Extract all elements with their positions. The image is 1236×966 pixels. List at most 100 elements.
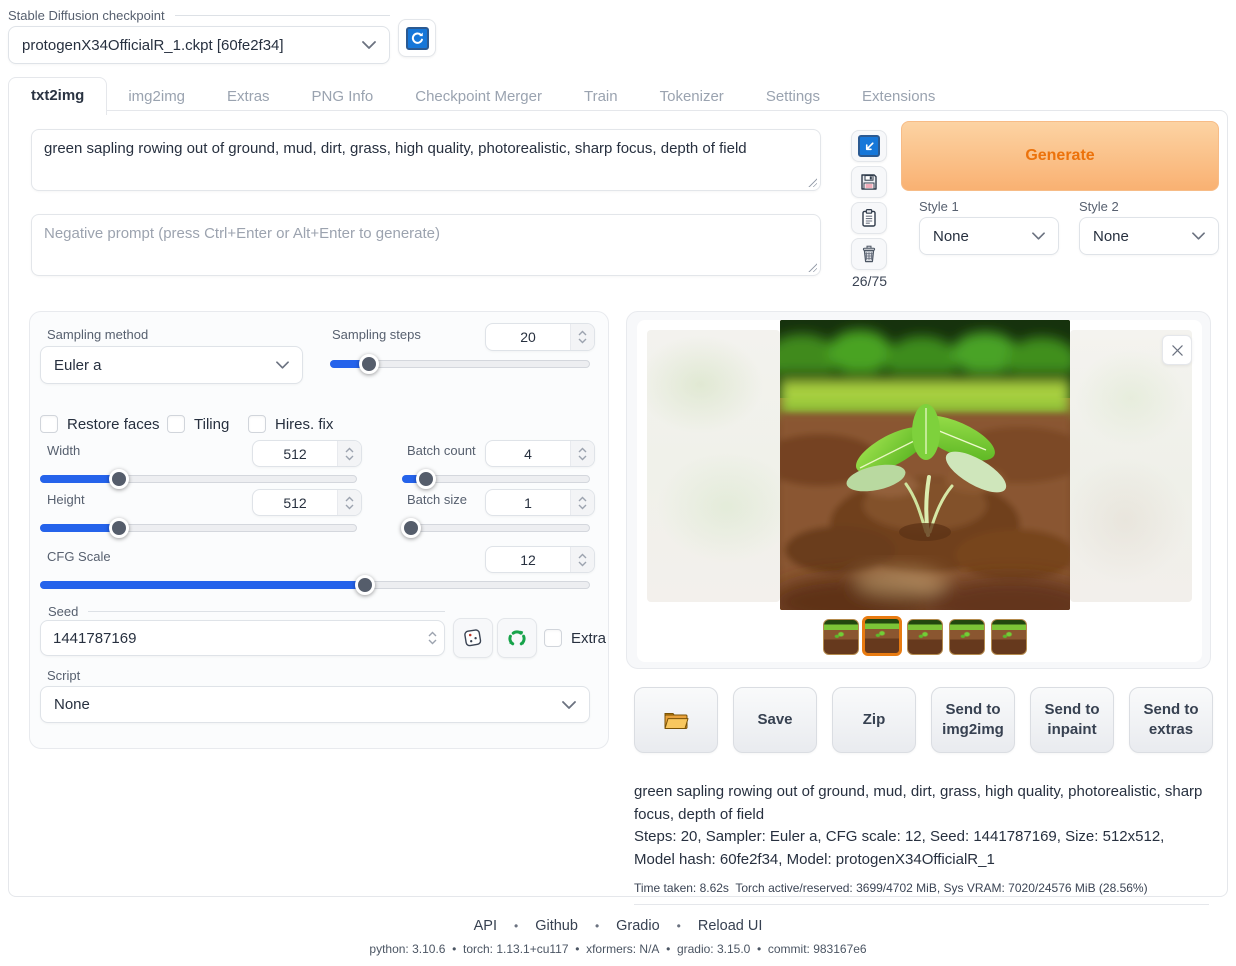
send-to-inpaint-button[interactable]: Send to inpaint — [1030, 687, 1114, 753]
refresh-checkpoint-button[interactable] — [398, 19, 436, 57]
chevron-down-icon — [578, 338, 587, 344]
footer-link-reload-ui[interactable]: Reload UI — [698, 918, 762, 934]
stepper-buttons[interactable] — [570, 324, 594, 350]
extra-seed-option: Extra — [544, 629, 606, 647]
width-slider[interactable] — [40, 469, 357, 489]
footer-separator: • — [514, 919, 518, 933]
generate-button[interactable]: Generate — [901, 121, 1219, 191]
gallery-thumbnail-3[interactable] — [907, 619, 943, 655]
reuse-seed-button[interactable] — [497, 618, 537, 658]
style2-value: None — [1093, 228, 1129, 245]
footer-link-gradio[interactable]: Gradio — [616, 918, 660, 934]
tiling-checkbox[interactable] — [167, 415, 185, 433]
apply-style-button[interactable] — [851, 202, 887, 234]
prompt-input[interactable]: green sapling rowing out of ground, mud,… — [32, 130, 820, 190]
batch-count-input[interactable] — [486, 441, 570, 466]
paste-generation-params-button[interactable] — [851, 130, 887, 162]
tab-train[interactable]: Train — [563, 79, 639, 114]
chevron-down-icon — [428, 639, 437, 645]
txt2img-panel: green sapling rowing out of ground, mud,… — [8, 110, 1228, 897]
style1-dropdown[interactable]: None — [919, 217, 1059, 255]
hires-fix-checkbox[interactable] — [248, 415, 266, 433]
stepper-buttons[interactable] — [337, 490, 361, 515]
chevron-up-icon — [345, 496, 354, 502]
script-dropdown[interactable]: None — [40, 686, 590, 723]
sampling-method-dropdown[interactable]: Euler a — [40, 346, 303, 384]
batch-size-label: Batch size — [407, 492, 467, 507]
gallery-thumbnail-2-selected[interactable] — [862, 616, 902, 656]
stable-diffusion-webui: Stable Diffusion checkpoint protogenX34O… — [0, 0, 1236, 966]
chevron-down-icon — [362, 41, 376, 49]
footer-link-github[interactable]: Github — [535, 918, 578, 934]
dice-icon — [462, 627, 484, 649]
checkpoint-value: protogenX34OfficialR_1.ckpt [60fe2f34] — [22, 37, 284, 54]
checkpoint-dropdown[interactable]: protogenX34OfficialR_1.ckpt [60fe2f34] — [8, 26, 390, 64]
batch-size-input[interactable] — [486, 490, 570, 515]
tab-txt2img[interactable]: txt2img — [8, 77, 107, 115]
tab-img2img[interactable]: img2img — [107, 79, 206, 114]
sampling-steps-slider[interactable] — [330, 354, 590, 374]
gallery-thumbnail-1[interactable] — [823, 619, 859, 655]
save-button[interactable]: Save — [733, 687, 817, 753]
gallery-adjacent-image-right — [1070, 330, 1192, 602]
footer-separator: • — [677, 919, 681, 933]
restore-faces-checkbox[interactable] — [40, 415, 58, 433]
tab-extras[interactable]: Extras — [206, 79, 291, 114]
stepper-buttons[interactable] — [337, 441, 361, 466]
height-input[interactable] — [253, 490, 337, 515]
tiling-option: Tiling — [167, 415, 229, 433]
style1-label: Style 1 — [919, 199, 959, 214]
footer-link-api[interactable]: API — [474, 918, 497, 934]
stepper-buttons[interactable] — [420, 621, 444, 655]
seed-field — [40, 620, 445, 656]
chevron-down-icon — [578, 504, 587, 510]
open-output-folder-button[interactable] — [634, 687, 718, 753]
send-to-img2img-button[interactable]: Send to img2img — [931, 687, 1015, 753]
cfg-scale-slider[interactable] — [40, 575, 590, 595]
gallery-viewport — [637, 320, 1202, 662]
random-seed-button[interactable] — [453, 618, 493, 658]
extra-seed-checkbox[interactable] — [544, 629, 562, 647]
gallery-thumbnail-4[interactable] — [949, 619, 985, 655]
send-to-extras-button[interactable]: Send to extras — [1129, 687, 1213, 753]
tab-checkpoint-merger[interactable]: Checkpoint Merger — [394, 79, 563, 114]
chevron-down-icon — [345, 504, 354, 510]
sampling-steps-input[interactable] — [486, 324, 570, 350]
chevron-down-icon — [562, 701, 576, 709]
footer-links: API • Github • Gradio • Reload UI — [0, 918, 1236, 934]
generation-info-performance: Time taken: 8.62s Torch active/reserved:… — [634, 879, 1209, 905]
generation-info: green sapling rowing out of ground, mud,… — [634, 781, 1209, 905]
stepper-buttons[interactable] — [570, 490, 594, 515]
gallery-thumbnail-5[interactable] — [991, 619, 1027, 655]
style2-dropdown[interactable]: None — [1079, 217, 1219, 255]
footer-separator: • — [595, 919, 599, 933]
generation-settings-panel: Sampling method Euler a Sampling steps R… — [29, 311, 609, 749]
chevron-up-icon — [578, 496, 587, 502]
save-style-button[interactable] — [851, 166, 887, 198]
stepper-buttons[interactable] — [570, 547, 594, 572]
batch-size-slider[interactable] — [402, 518, 590, 538]
label-rule — [88, 611, 445, 612]
token-counter: 26/75 — [852, 273, 887, 289]
tab-tokenizer[interactable]: Tokenizer — [639, 79, 745, 114]
stepper-buttons[interactable] — [570, 441, 594, 466]
zip-button[interactable]: Zip — [832, 687, 916, 753]
generated-image[interactable] — [780, 320, 1070, 610]
clear-prompt-button[interactable] — [851, 238, 887, 270]
tab-png-info[interactable]: PNG Info — [291, 79, 395, 114]
width-input[interactable] — [253, 441, 337, 466]
tab-settings[interactable]: Settings — [745, 79, 841, 114]
batch-count-label: Batch count — [407, 443, 476, 458]
tab-extensions[interactable]: Extensions — [841, 79, 956, 114]
seed-input[interactable] — [41, 621, 420, 655]
width-label: Width — [47, 443, 80, 458]
batch-count-field — [485, 440, 595, 467]
gallery-adjacent-image-left — [647, 330, 780, 602]
sampling-steps-label: Sampling steps — [332, 327, 421, 342]
close-gallery-button[interactable] — [1162, 335, 1192, 365]
cfg-scale-input[interactable] — [486, 547, 570, 572]
batch-count-slider[interactable] — [402, 469, 590, 489]
restore-faces-option: Restore faces — [40, 415, 160, 433]
height-slider[interactable] — [40, 518, 357, 538]
negative-prompt-input[interactable] — [32, 215, 820, 275]
